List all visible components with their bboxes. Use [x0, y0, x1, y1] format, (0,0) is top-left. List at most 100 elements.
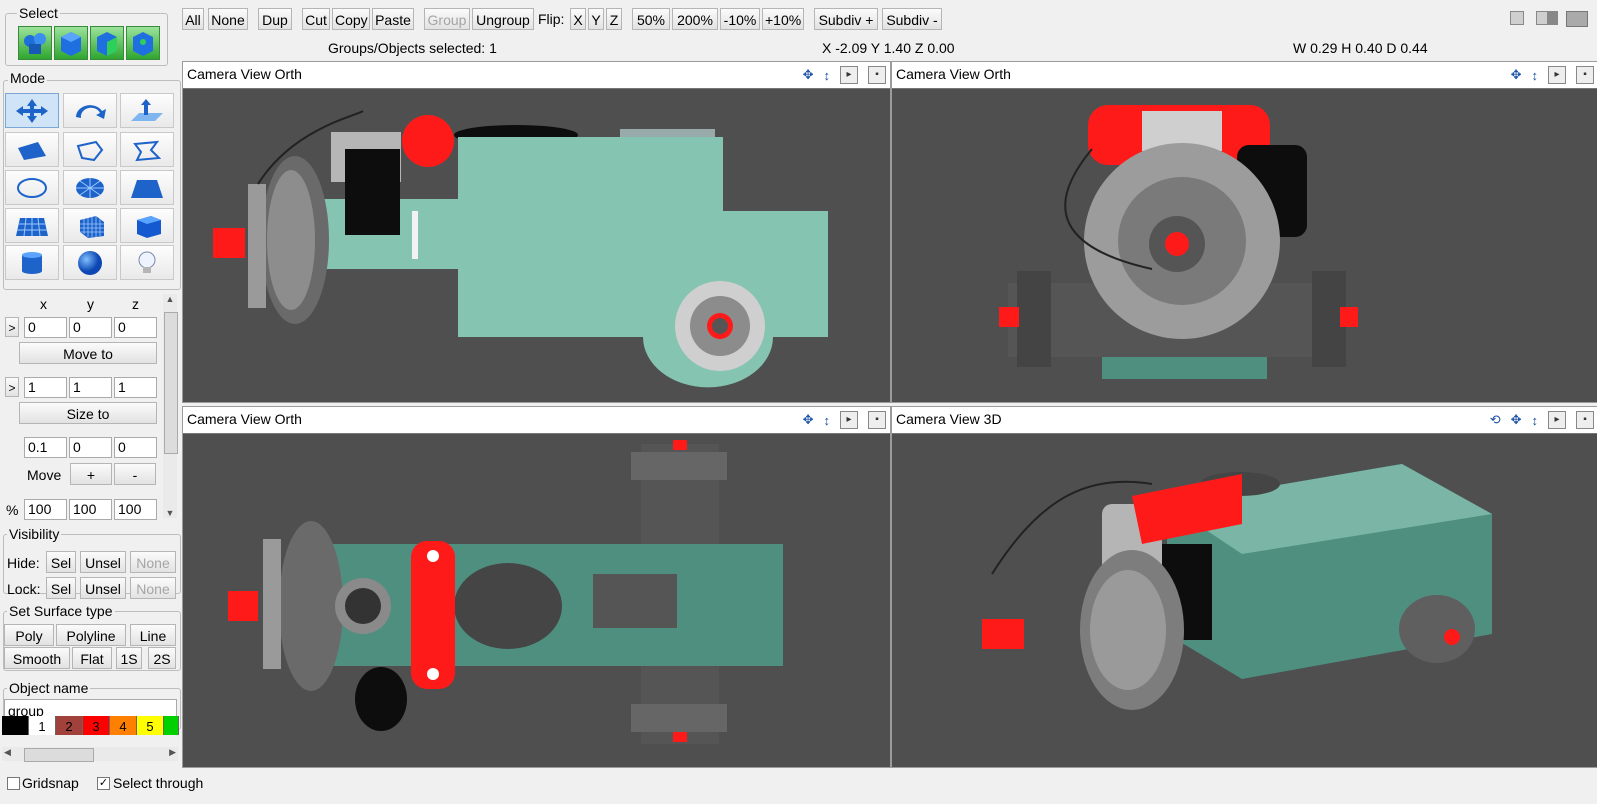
poly-button[interactable]: Poly [4, 624, 54, 646]
maximize-icon[interactable]: ▪ [868, 411, 886, 429]
pan-icon[interactable]: ✥ [1511, 67, 1522, 83]
step-x-input[interactable]: 0.1 [24, 437, 67, 458]
color-swatch[interactable]: 3 [83, 716, 110, 735]
tool-disc[interactable] [63, 170, 117, 205]
gridsnap-checkbox[interactable] [7, 777, 20, 790]
lock-sel-button[interactable]: Sel [46, 577, 76, 599]
step-z-input[interactable]: 0 [114, 437, 157, 458]
panel-scroll-thumb[interactable] [164, 312, 178, 454]
camera-options-icon[interactable]: ▸ [840, 66, 858, 84]
one-sided-button[interactable]: 1S [116, 647, 142, 669]
layout-single-icon[interactable] [1510, 11, 1524, 25]
color-swatch[interactable]: 1 [29, 716, 56, 735]
copy-button[interactable]: Copy [332, 8, 370, 30]
select-group-button[interactable] [18, 26, 52, 60]
select-face-button[interactable] [90, 26, 124, 60]
viewport-scene[interactable] [892, 434, 1597, 767]
select-object-button[interactable] [54, 26, 88, 60]
group-button[interactable]: Group [424, 8, 470, 30]
scale-minus-10-button[interactable]: -10% [720, 8, 760, 30]
color-swatch[interactable] [164, 716, 179, 735]
camera-options-icon[interactable]: ▸ [1548, 66, 1566, 84]
tool-rotate[interactable] [63, 93, 117, 128]
tool-polygon[interactable] [63, 132, 117, 167]
color-swatch[interactable]: 2 [56, 716, 83, 735]
layout-quad-icon[interactable] [1566, 11, 1588, 27]
size-x-input[interactable]: 1 [24, 377, 67, 398]
pct-y-input[interactable]: 100 [69, 499, 112, 520]
hide-sel-button[interactable]: Sel [46, 551, 76, 573]
select-all-button[interactable]: All [182, 8, 204, 30]
select-vertex-button[interactable] [126, 26, 160, 60]
viewport-top-left[interactable]: Camera View Orth ✥ ↕ ▸ ▪ [182, 61, 891, 403]
zoom-200-button[interactable]: 200% [672, 8, 718, 30]
size-z-input[interactable]: 1 [114, 377, 157, 398]
move-plus-button[interactable]: + [70, 463, 112, 485]
viewport-bottom-right[interactable]: Camera View 3D ⟲ ✥ ↕ ▸ ▪ [891, 406, 1597, 768]
lock-none-button[interactable]: None [130, 577, 176, 599]
pos-arrow-button[interactable]: > [5, 317, 19, 337]
pan-icon[interactable]: ✥ [1511, 412, 1522, 428]
flat-button[interactable]: Flat [72, 647, 112, 669]
pan-icon[interactable]: ✥ [803, 412, 814, 428]
layout-split-icon[interactable] [1536, 11, 1558, 25]
size-to-button[interactable]: Size to [19, 402, 157, 424]
tool-light[interactable] [120, 245, 174, 280]
smooth-button[interactable]: Smooth [4, 647, 70, 669]
viewport-scene[interactable] [183, 434, 890, 767]
scale-plus-10-button[interactable]: +10% [762, 8, 804, 30]
tool-extrude[interactable] [120, 93, 174, 128]
step-y-input[interactable]: 0 [69, 437, 112, 458]
scroll-down-icon[interactable]: ▼ [163, 508, 177, 518]
paste-button[interactable]: Paste [372, 8, 414, 30]
subdiv-plus-button[interactable]: Subdiv + [814, 8, 878, 30]
tool-move[interactable] [5, 93, 59, 128]
maximize-icon[interactable]: ▪ [1576, 66, 1594, 84]
tool-face[interactable] [5, 132, 59, 167]
hide-unsel-button[interactable]: Unsel [80, 551, 126, 573]
palette-horizontal-scrollbar[interactable]: ◀ ▶ [2, 747, 178, 762]
size-y-input[interactable]: 1 [69, 377, 112, 398]
zoom-icon[interactable]: ↕ [1532, 68, 1539, 83]
ungroup-button[interactable]: Ungroup [472, 8, 534, 30]
zoom-icon[interactable]: ↕ [1532, 413, 1539, 428]
tool-cylinder[interactable] [5, 245, 59, 280]
select-through-checkbox[interactable]: ✓ [97, 777, 110, 790]
flip-z-button[interactable]: Z [606, 8, 622, 30]
pct-x-input[interactable]: 100 [24, 499, 67, 520]
move-to-button[interactable]: Move to [19, 342, 157, 364]
viewport-scene[interactable] [183, 89, 890, 402]
pct-z-input[interactable]: 100 [114, 499, 157, 520]
viewport-top-right[interactable]: Camera View Orth ✥ ↕ ▸ ▪ [891, 61, 1597, 403]
tool-cube[interactable] [120, 208, 174, 243]
lock-unsel-button[interactable]: Unsel [80, 577, 126, 599]
maximize-icon[interactable]: ▪ [1576, 411, 1594, 429]
flip-x-button[interactable]: X [570, 8, 586, 30]
scroll-up-icon[interactable]: ▲ [163, 294, 177, 306]
dup-button[interactable]: Dup [258, 8, 292, 30]
zoom-icon[interactable]: ↕ [824, 413, 831, 428]
subdiv-minus-button[interactable]: Subdiv - [882, 8, 942, 30]
viewport-scene[interactable] [892, 89, 1597, 402]
camera-options-icon[interactable]: ▸ [1548, 411, 1566, 429]
tool-cube-mesh[interactable] [63, 208, 117, 243]
zoom-icon[interactable]: ↕ [824, 68, 831, 83]
two-sided-button[interactable]: 2S [148, 647, 176, 669]
tool-freeform[interactable] [120, 132, 174, 167]
palette-scroll-thumb[interactable] [24, 748, 94, 762]
cut-button[interactable]: Cut [302, 8, 330, 30]
pos-y-input[interactable]: 0 [69, 317, 112, 338]
tool-grid[interactable] [5, 208, 59, 243]
maximize-icon[interactable]: ▪ [868, 66, 886, 84]
scroll-left-icon[interactable]: ◀ [4, 747, 11, 758]
polyline-button[interactable]: Polyline [56, 624, 126, 646]
color-swatch[interactable] [2, 716, 29, 735]
tool-sphere[interactable] [63, 245, 117, 280]
select-none-button[interactable]: None [208, 8, 248, 30]
size-arrow-button[interactable]: > [5, 377, 19, 397]
scroll-right-icon[interactable]: ▶ [169, 747, 176, 758]
viewport-bottom-left[interactable]: Camera View Orth ✥ ↕ ▸ ▪ [182, 406, 891, 768]
pos-z-input[interactable]: 0 [114, 317, 157, 338]
pos-x-input[interactable]: 0 [24, 317, 67, 338]
tool-plane[interactable] [120, 170, 174, 205]
